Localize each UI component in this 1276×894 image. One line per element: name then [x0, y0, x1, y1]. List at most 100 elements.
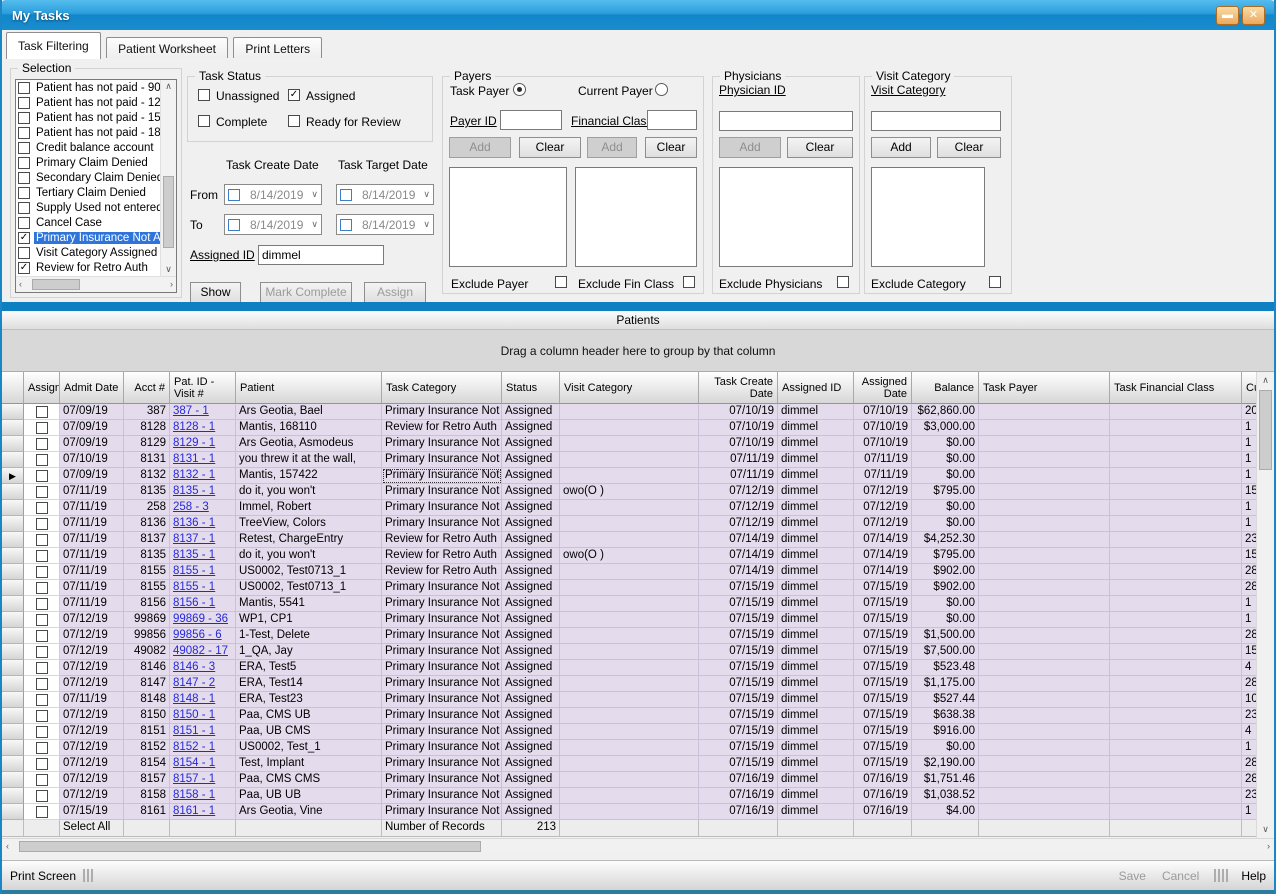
row-assign-checkbox[interactable] — [36, 742, 48, 754]
patient-visit-link[interactable]: 8158 - 1 — [173, 789, 215, 801]
row-selector-cell[interactable] — [2, 596, 24, 612]
table-row[interactable]: 07/11/1981378137 - 1Retest, ChargeEntryR… — [2, 532, 1260, 548]
close-button[interactable]: ✕ — [1242, 6, 1265, 25]
scroll-left-icon[interactable]: ‹ — [19, 280, 22, 289]
row-selector-cell[interactable] — [2, 452, 24, 468]
payer-listbox[interactable] — [449, 167, 567, 267]
column-header-acct[interactable]: Acct # — [124, 372, 170, 404]
help-button[interactable]: Help — [1241, 869, 1266, 883]
financial-class-link[interactable]: Financial Class — [571, 114, 652, 128]
row-selector-cell[interactable] — [2, 532, 24, 548]
patient-visit-link[interactable]: 8152 - 1 — [173, 741, 215, 753]
chevron-down-icon[interactable]: ∨ — [423, 189, 430, 200]
row-selector-cell[interactable] — [2, 500, 24, 516]
row-assign-checkbox[interactable] — [36, 470, 48, 482]
selection-list-item[interactable]: Visit Category Assigned — [16, 245, 160, 260]
patient-visit-link[interactable]: 8156 - 1 — [173, 597, 215, 609]
assigned-id-input[interactable] — [258, 245, 384, 265]
row-assign-checkbox[interactable] — [36, 518, 48, 530]
item-checkbox[interactable] — [18, 217, 30, 229]
physician-clear-button[interactable]: Clear — [787, 137, 853, 158]
table-row[interactable]: ▶07/09/1981328132 - 1Mantis, 157422Prima… — [2, 468, 1260, 484]
fin-class-listbox[interactable] — [575, 167, 697, 267]
selection-list-item[interactable]: Credit balance account — [16, 140, 160, 155]
item-checkbox[interactable] — [18, 127, 30, 139]
table-row[interactable]: 07/11/19258258 - 3Immel, RobertPrimary I… — [2, 500, 1260, 516]
row-assign-checkbox[interactable] — [36, 806, 48, 818]
group-by-bar[interactable]: Drag a column header here to group by th… — [2, 330, 1274, 372]
row-selector-cell[interactable] — [2, 628, 24, 644]
row-assign-checkbox[interactable] — [36, 662, 48, 674]
complete-checkbox[interactable] — [198, 115, 210, 127]
create-to-date[interactable]: 8/14/2019 ∨ — [224, 214, 322, 235]
table-row[interactable]: 07/12/1981518151 - 1Paa, UB CMSPrimary I… — [2, 724, 1260, 740]
row-selector-cell[interactable] — [2, 404, 24, 420]
row-selector-cell[interactable] — [2, 580, 24, 596]
row-selector-cell[interactable] — [2, 740, 24, 756]
row-assign-checkbox[interactable] — [36, 502, 48, 514]
table-row[interactable]: 07/11/1981358135 - 1do it, you won'tRevi… — [2, 548, 1260, 564]
unassigned-checkbox[interactable] — [198, 89, 210, 101]
chevron-down-icon[interactable]: ∨ — [311, 219, 318, 230]
assign-button[interactable]: Assign — [364, 282, 426, 303]
visit-category-input[interactable] — [871, 111, 1001, 131]
patient-visit-link[interactable]: 8154 - 1 — [173, 757, 215, 769]
patient-visit-link[interactable]: 8128 - 1 — [173, 421, 215, 433]
row-selector-cell[interactable] — [2, 676, 24, 692]
selection-hscrollbar[interactable]: ‹ › — [16, 276, 176, 292]
chevron-down-icon[interactable]: ∨ — [423, 219, 430, 230]
title-bar[interactable]: My Tasks ▬ ✕ — [0, 0, 1276, 30]
patient-visit-link[interactable]: 8131 - 1 — [173, 453, 215, 465]
patient-visit-link[interactable]: 8147 - 2 — [173, 677, 215, 689]
row-selector-cell[interactable] — [2, 516, 24, 532]
column-header-visitcat[interactable]: Visit Category — [560, 372, 699, 404]
exclude-physicians-checkbox[interactable] — [837, 276, 849, 288]
selection-list-item[interactable]: Secondary Claim Denied — [16, 170, 160, 185]
exclude-category-checkbox[interactable] — [989, 276, 1001, 288]
row-assign-checkbox[interactable] — [36, 422, 48, 434]
column-header-assign[interactable]: Assign — [24, 372, 60, 404]
patient-visit-link[interactable]: 8148 - 1 — [173, 693, 215, 705]
grid-vscrollbar[interactable]: ∧ ∨ — [1256, 372, 1274, 838]
scroll-thumb[interactable] — [163, 176, 174, 248]
patient-visit-link[interactable]: 49082 - 17 — [173, 645, 228, 657]
task-payer-radio[interactable] — [513, 83, 526, 96]
row-assign-checkbox[interactable] — [36, 726, 48, 738]
row-selector-cell[interactable] — [2, 660, 24, 676]
table-row[interactable]: 07/12/199986999869 - 36WP1, CP1Primary I… — [2, 612, 1260, 628]
table-row[interactable]: 07/10/1981318131 - 1you threw it at the … — [2, 452, 1260, 468]
select-all-button[interactable]: Select All — [60, 820, 124, 837]
table-row[interactable]: 07/11/1981488148 - 1ERA, Test23Primary I… — [2, 692, 1260, 708]
row-assign-checkbox[interactable] — [36, 486, 48, 498]
row-selector-cell[interactable] — [2, 420, 24, 436]
table-row[interactable]: 07/11/1981368136 - 1TreeView, ColorsPrim… — [2, 516, 1260, 532]
patient-visit-link[interactable]: 8135 - 1 — [173, 549, 215, 561]
row-assign-checkbox[interactable] — [36, 406, 48, 418]
table-row[interactable]: 07/12/1981468146 - 3ERA, Test5Primary In… — [2, 660, 1260, 676]
patient-visit-link[interactable]: 8146 - 3 — [173, 661, 215, 673]
scroll-right-icon[interactable]: › — [1267, 842, 1270, 851]
scroll-thumb[interactable] — [19, 841, 481, 852]
minimize-button[interactable]: ▬ — [1216, 6, 1239, 25]
row-assign-checkbox[interactable] — [36, 646, 48, 658]
print-screen-button[interactable]: Print Screen — [10, 869, 76, 883]
scroll-up-icon[interactable]: ∧ — [1257, 376, 1274, 385]
row-selector-cell[interactable] — [2, 708, 24, 724]
physician-id-input[interactable] — [719, 111, 853, 131]
table-row[interactable]: 07/12/1981478147 - 2ERA, Test14Primary I… — [2, 676, 1260, 692]
row-selector-cell[interactable] — [2, 756, 24, 772]
table-row[interactable]: 07/12/1981578157 - 1Paa, CMS CMSPrimary … — [2, 772, 1260, 788]
selection-vscrollbar[interactable]: ∧ ∨ — [160, 80, 176, 276]
create-from-date[interactable]: 8/14/2019 ∨ — [224, 184, 322, 205]
item-checkbox[interactable] — [18, 187, 30, 199]
scroll-up-icon[interactable]: ∧ — [161, 82, 176, 91]
date-checkbox[interactable] — [228, 189, 240, 201]
patient-visit-link[interactable]: 8157 - 1 — [173, 773, 215, 785]
patient-visit-link[interactable]: 8132 - 1 — [173, 469, 215, 481]
table-row[interactable]: 07/11/1981568156 - 1Mantis, 5541Primary … — [2, 596, 1260, 612]
visit-category-listbox[interactable] — [871, 167, 985, 267]
selection-list-item[interactable]: Primary Insurance Not Auth — [16, 230, 160, 245]
row-assign-checkbox[interactable] — [36, 630, 48, 642]
row-selector-cell[interactable] — [2, 644, 24, 660]
row-selector-cell[interactable] — [2, 564, 24, 580]
